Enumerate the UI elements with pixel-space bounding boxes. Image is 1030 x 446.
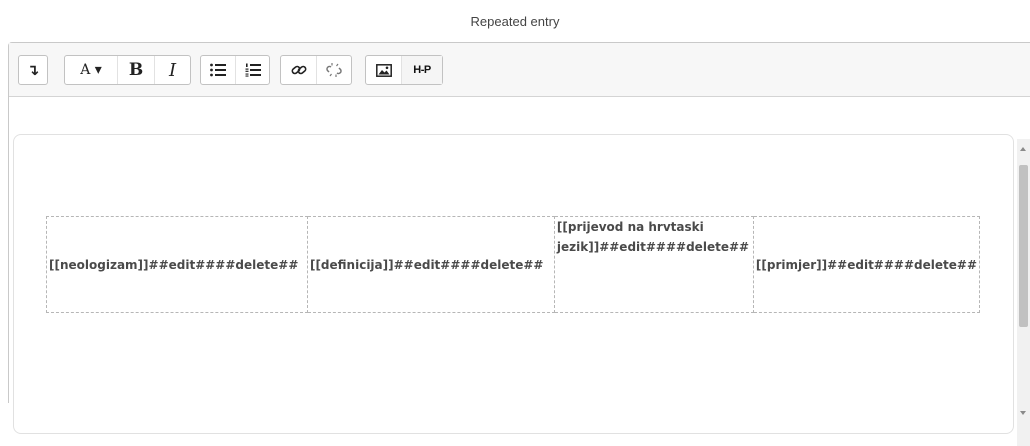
table-cell-neologizam[interactable]: [[neologizam]]##edit####delete## — [46, 216, 308, 313]
ordered-list-button[interactable] — [235, 56, 269, 84]
italic-button[interactable]: I — [154, 56, 190, 84]
table-cell-primjer[interactable]: [[primjer]]##edit####delete## — [752, 216, 981, 313]
bold-icon: B — [128, 60, 144, 80]
h5p-icon: H-P — [413, 64, 431, 76]
insert-h5p-button[interactable]: H-P — [401, 56, 442, 84]
toolbar-group-links — [280, 55, 352, 85]
toolbar-group-lists — [200, 55, 270, 85]
toolbar-group-formatting: A ▾ B I — [64, 55, 191, 85]
paragraph-style-icon: A ▾ — [80, 62, 102, 78]
paragraph-style-button[interactable]: A ▾ — [65, 56, 117, 84]
link-icon — [291, 65, 306, 75]
toolbar-group-expand: ↴ — [18, 55, 48, 85]
scrollbar-thumb[interactable] — [1019, 165, 1028, 327]
unlink-icon — [326, 63, 342, 77]
scroll-down-icon[interactable] — [1020, 411, 1026, 415]
table-cell-prijevod[interactable]: [[prijevod na hrvtaski jezik]]##edit####… — [553, 216, 754, 313]
expand-toolbar-button[interactable]: ↴ — [19, 56, 47, 84]
entry-table: [[neologizam]]##edit####delete## [[defin… — [46, 216, 981, 313]
link-button[interactable] — [281, 56, 316, 84]
ordered-list-icon — [245, 63, 261, 77]
editor-toolbar: ↴ A ▾ B I H-P — [9, 43, 1030, 97]
bold-button[interactable]: B — [117, 56, 154, 84]
rich-text-editor: ↴ A ▾ B I H-P [[neologizam]]##edit####de… — [8, 42, 1030, 446]
unordered-list-button[interactable] — [201, 56, 235, 84]
italic-icon: I — [168, 59, 177, 81]
expand-icon: ↴ — [26, 62, 40, 79]
image-icon — [375, 63, 392, 77]
vertical-scrollbar[interactable] — [1017, 139, 1030, 446]
insert-image-button[interactable] — [366, 56, 401, 84]
unordered-list-icon — [210, 63, 226, 77]
toolbar-group-media: H-P — [365, 55, 443, 85]
editor-content-area[interactable]: [[neologizam]]##edit####delete## [[defin… — [9, 97, 1014, 434]
scroll-up-icon[interactable] — [1020, 147, 1026, 151]
unlink-button[interactable] — [316, 56, 351, 84]
field-title: Repeated entry — [470, 14, 560, 29]
table-cell-definicija[interactable]: [[definicija]]##edit####delete## — [306, 216, 555, 313]
table-row: [[neologizam]]##edit####delete## [[defin… — [46, 216, 981, 313]
